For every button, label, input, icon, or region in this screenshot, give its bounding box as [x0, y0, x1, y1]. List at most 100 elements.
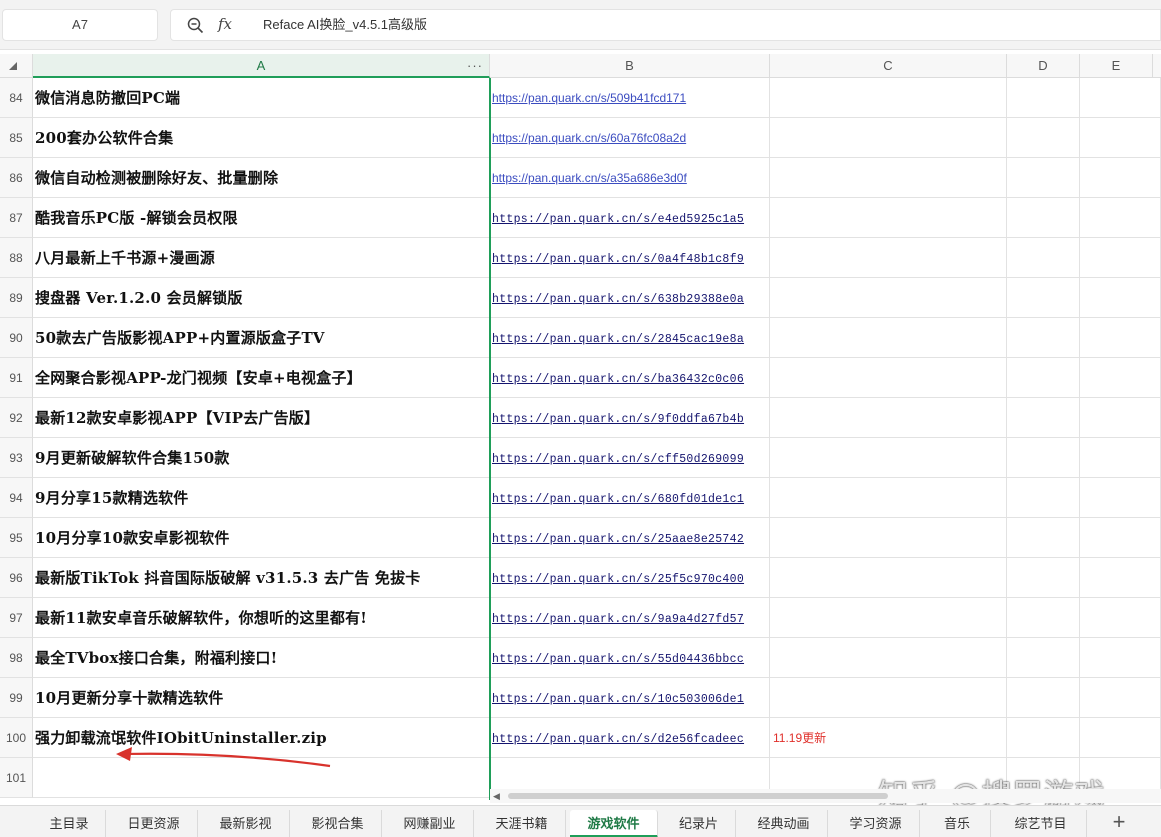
more-options-icon[interactable]: ··· — [467, 54, 483, 78]
cell-note[interactable] — [770, 118, 1007, 158]
cell-name[interactable]: 10月更新分享十款精选软件 — [33, 678, 490, 718]
cell-note[interactable] — [770, 438, 1007, 478]
row-header[interactable]: 101 — [0, 758, 33, 798]
cell-empty[interactable] — [1080, 638, 1161, 678]
row-header[interactable]: 88 — [0, 238, 33, 278]
cell-note[interactable] — [770, 358, 1007, 398]
row-header[interactable]: 97 — [0, 598, 33, 638]
cell-link[interactable]: https://pan.quark.cn/s/509b41fcd171 — [490, 78, 770, 118]
sheet-tab[interactable]: 音乐 — [924, 810, 991, 837]
cell-name[interactable]: 200套办公软件合集 — [33, 118, 490, 158]
link-text[interactable]: https://pan.quark.cn/s/2845cac19e8a — [492, 333, 744, 346]
cell-link[interactable]: https://pan.quark.cn/s/10c503006de1 — [490, 678, 770, 718]
cell-empty[interactable] — [1080, 238, 1161, 278]
zoom-icon[interactable] — [187, 17, 204, 34]
cell-empty[interactable] — [1080, 478, 1161, 518]
cell-note[interactable] — [770, 238, 1007, 278]
cell-note[interactable] — [770, 598, 1007, 638]
cell-empty[interactable] — [1007, 638, 1080, 678]
sheet-tab[interactable]: 网赚副业 — [386, 810, 474, 837]
cell-name[interactable]: 9月分享15款精选软件 — [33, 478, 490, 518]
row-header[interactable]: 90 — [0, 318, 33, 358]
link-text[interactable]: https://pan.quark.cn/s/509b41fcd171 — [492, 91, 686, 105]
row-header[interactable]: 87 — [0, 198, 33, 238]
plus-icon[interactable]: + — [1104, 808, 1134, 837]
cell-empty[interactable] — [1007, 358, 1080, 398]
cell-note[interactable] — [770, 78, 1007, 118]
cell-empty[interactable] — [1080, 158, 1161, 198]
column-header-d[interactable]: D — [1007, 54, 1080, 78]
cell-name[interactable]: 微信消息防撤回PC端 — [33, 78, 490, 118]
cell-empty[interactable] — [1007, 478, 1080, 518]
cell-link[interactable]: https://pan.quark.cn/s/a35a686e3d0f — [490, 158, 770, 198]
cell-empty[interactable] — [1007, 558, 1080, 598]
cell-empty[interactable] — [1007, 158, 1080, 198]
cell-empty[interactable] — [1007, 278, 1080, 318]
sheet-tab[interactable]: 主目录 — [33, 810, 106, 837]
sheet-tab[interactable]: 综艺节目 — [995, 810, 1087, 837]
horizontal-scrollbar[interactable]: ◀ — [490, 789, 1161, 803]
link-text[interactable]: https://pan.quark.cn/s/cff50d269099 — [492, 453, 744, 466]
formula-input-area[interactable]: fx Reface AI换脸_v4.5.1高级版 — [170, 9, 1161, 41]
column-header-c[interactable]: C — [770, 54, 1007, 78]
sheet-tab[interactable]: 经典动画 — [740, 810, 828, 837]
cell-empty[interactable] — [1080, 678, 1161, 718]
cell-name[interactable]: 最新12款安卓影视APP【VIP去广告版】 — [33, 398, 490, 438]
cell-name[interactable]: 微信自动检测被删除好友、批量删除 — [33, 158, 490, 198]
link-text[interactable]: https://pan.quark.cn/s/25aae8e25742 — [492, 533, 744, 546]
link-text[interactable]: https://pan.quark.cn/s/9f0ddfa67b4b — [492, 413, 744, 426]
row-header[interactable]: 92 — [0, 398, 33, 438]
row-header[interactable]: 85 — [0, 118, 33, 158]
row-header[interactable]: 95 — [0, 518, 33, 558]
cell-empty[interactable] — [1007, 398, 1080, 438]
cell-link[interactable]: https://pan.quark.cn/s/0a4f48b1c8f9 — [490, 238, 770, 278]
cell-name[interactable]: 50款去广告版影视APP+内置源版盒子TV — [33, 318, 490, 358]
sheet-tab[interactable]: 学习资源 — [832, 810, 920, 837]
formula-text[interactable]: Reface AI换脸_v4.5.1高级版 — [263, 10, 427, 40]
cell-link[interactable]: https://pan.quark.cn/s/cff50d269099 — [490, 438, 770, 478]
cell-note[interactable] — [770, 318, 1007, 358]
row-header[interactable]: 84 — [0, 78, 33, 118]
column-header-b[interactable]: B — [490, 54, 770, 78]
cell-name[interactable]: 最全TVbox接口合集，附福利接口! — [33, 638, 490, 678]
fx-icon[interactable]: fx — [218, 15, 232, 33]
cell-link[interactable]: https://pan.quark.cn/s/638b29388e0a — [490, 278, 770, 318]
column-header-a[interactable]: A ··· — [33, 54, 490, 78]
cell-empty[interactable] — [1080, 518, 1161, 558]
cell-note[interactable] — [770, 278, 1007, 318]
cell-note[interactable] — [770, 678, 1007, 718]
column-header-e[interactable]: E — [1080, 54, 1153, 78]
sheet-tab[interactable]: 游戏软件 — [570, 810, 658, 837]
link-text[interactable]: https://pan.quark.cn/s/25f5c970c400 — [492, 573, 744, 586]
cell-empty[interactable] — [1007, 678, 1080, 718]
cell-name[interactable]: 最新版TikTok 抖音国际版破解 v31.5.3 去广告 免拔卡 — [33, 558, 490, 598]
row-header[interactable]: 89 — [0, 278, 33, 318]
sheet-tab[interactable]: 影视合集 — [294, 810, 382, 837]
link-text[interactable]: https://pan.quark.cn/s/9a9a4d27fd57 — [492, 613, 744, 626]
row-header[interactable]: 100 — [0, 718, 33, 758]
cell-empty[interactable] — [1080, 78, 1161, 118]
cell-note[interactable] — [770, 518, 1007, 558]
cell-link[interactable]: https://pan.quark.cn/s/25f5c970c400 — [490, 558, 770, 598]
cell-empty[interactable] — [1007, 438, 1080, 478]
link-text[interactable]: https://pan.quark.cn/s/55d04436bbcc — [492, 653, 744, 666]
cell-link[interactable]: https://pan.quark.cn/s/9a9a4d27fd57 — [490, 598, 770, 638]
cell-note[interactable]: 11.19更新 — [770, 718, 1007, 758]
cell-empty[interactable] — [1007, 238, 1080, 278]
cell-empty[interactable] — [1080, 278, 1161, 318]
cell-note[interactable] — [770, 398, 1007, 438]
link-text[interactable]: https://pan.quark.cn/s/d2e56fcadeec — [492, 733, 744, 746]
cell-empty[interactable] — [1080, 358, 1161, 398]
cell-empty[interactable] — [1007, 78, 1080, 118]
cell-empty[interactable] — [1080, 438, 1161, 478]
row-header[interactable]: 98 — [0, 638, 33, 678]
cell-name[interactable]: 9月更新破解软件合集150款 — [33, 438, 490, 478]
cell-name[interactable]: 最新11款安卓音乐破解软件，你想听的这里都有! — [33, 598, 490, 638]
link-text[interactable]: https://pan.quark.cn/s/0a4f48b1c8f9 — [492, 253, 744, 266]
cell-empty[interactable] — [1080, 118, 1161, 158]
row-header[interactable]: 93 — [0, 438, 33, 478]
cell-empty[interactable] — [1080, 718, 1161, 758]
cell-note[interactable] — [770, 198, 1007, 238]
row-header[interactable]: 94 — [0, 478, 33, 518]
cell-note[interactable] — [770, 478, 1007, 518]
